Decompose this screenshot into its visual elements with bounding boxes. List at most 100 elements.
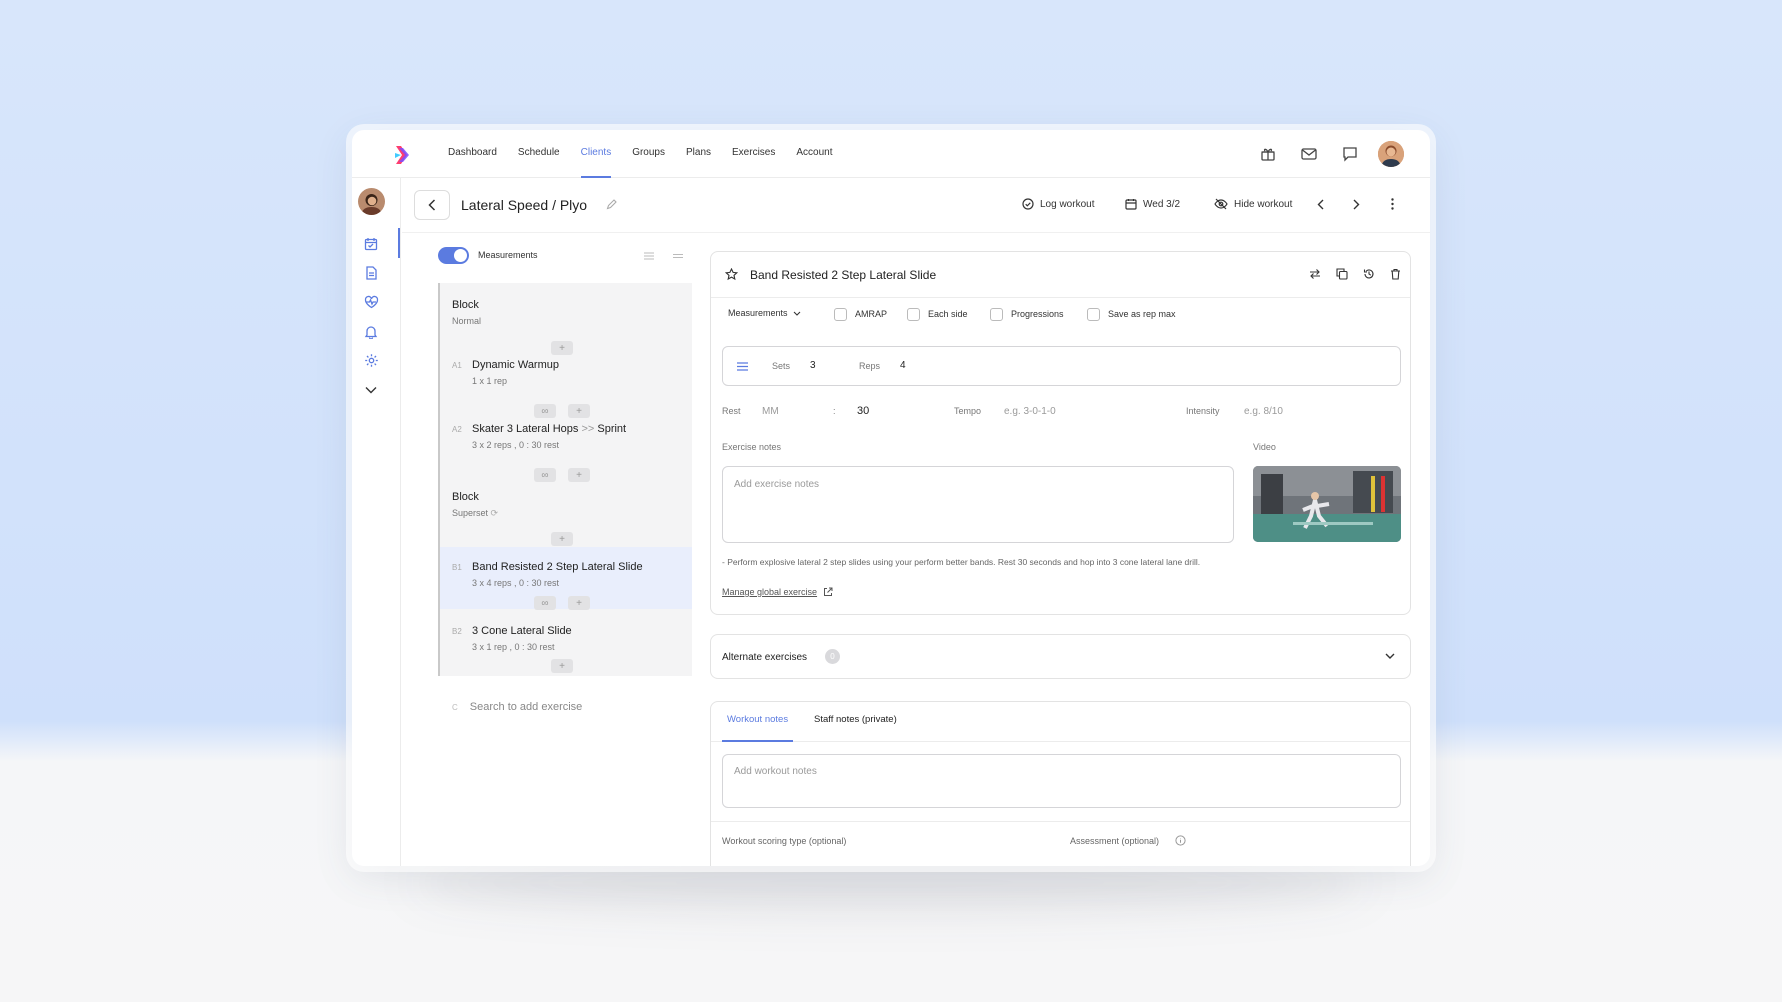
- gear-icon[interactable]: [363, 352, 379, 368]
- nav-exercises[interactable]: Exercises: [732, 130, 775, 178]
- checkbox-label: Each side: [928, 308, 968, 319]
- client-avatar[interactable]: [358, 188, 385, 215]
- workout-date-button[interactable]: Wed 3/2: [1125, 198, 1180, 210]
- workout-notes-input[interactable]: Add workout notes: [722, 754, 1401, 808]
- save-rep-max-checkbox[interactable]: Save as rep max: [1087, 308, 1176, 321]
- add-exercise-search[interactable]: C Search to add exercise: [452, 701, 582, 713]
- page-title: Lateral Speed / Plyo: [461, 197, 588, 213]
- tab-workout-notes[interactable]: Workout notes: [722, 702, 794, 742]
- list-item[interactable]: A2 Skater 3 Lateral Hops >> Sprint 3 x 2…: [440, 421, 692, 469]
- swap-icon[interactable]: [1308, 267, 1322, 281]
- trash-icon[interactable]: [1388, 267, 1402, 281]
- edit-pencil-icon[interactable]: [605, 198, 617, 210]
- log-workout-button[interactable]: Log workout: [1022, 198, 1094, 210]
- chevron-down-icon[interactable]: [1385, 653, 1395, 659]
- top-nav: Dashboard Schedule Clients Groups Plans …: [352, 130, 1430, 178]
- chevron-left-icon: [428, 199, 436, 211]
- prev-workout-button[interactable]: [1313, 197, 1327, 211]
- checkbox-box[interactable]: [907, 308, 920, 321]
- exercise-title-part: Skater 3 Lateral Hops: [472, 423, 579, 435]
- chevron-down-icon: [793, 311, 800, 316]
- checkbox-box[interactable]: [834, 308, 847, 321]
- rest-seconds-input[interactable]: 30: [857, 405, 869, 417]
- nav-groups[interactable]: Groups: [632, 130, 665, 178]
- gift-icon[interactable]: [1259, 145, 1277, 163]
- sets-label: Sets: [772, 361, 791, 371]
- checkbox-box[interactable]: [990, 308, 1003, 321]
- collapse-view-icon[interactable]: [672, 250, 684, 262]
- tempo-input[interactable]: e.g. 3-0-1-0: [1004, 406, 1056, 417]
- measurements-toggle[interactable]: [438, 247, 469, 264]
- exercise-name: Band Resisted 2 Step Lateral Slide: [750, 268, 937, 282]
- exercise-detail-card: Band Resisted 2 Step Lateral Slide Measu…: [710, 251, 1411, 615]
- measurements-toggle-label: Measurements: [478, 250, 538, 260]
- heart-pulse-icon[interactable]: [363, 294, 379, 310]
- nav-clients[interactable]: Clients: [580, 130, 612, 178]
- chat-icon[interactable]: [1341, 145, 1359, 163]
- checkbox-box[interactable]: [1087, 308, 1100, 321]
- back-button[interactable]: [414, 190, 450, 220]
- exercise-title-part: Sprint: [597, 423, 627, 435]
- list-item[interactable]: B2 3 Cone Lateral Slide 3 x 1 rep , 0 : …: [440, 613, 692, 661]
- mail-icon[interactable]: [1300, 145, 1318, 163]
- info-icon[interactable]: [1175, 835, 1186, 846]
- exercise-title: Dynamic Warmup: [472, 359, 559, 371]
- list-view-icon[interactable]: [643, 250, 655, 262]
- link-superset-icon[interactable]: ∞: [534, 596, 556, 610]
- add-exercise-button[interactable]: +: [568, 404, 590, 418]
- exercise-notes-label: Exercise notes: [722, 442, 782, 452]
- each-side-checkbox[interactable]: Each side: [907, 308, 968, 321]
- nav-plans[interactable]: Plans: [686, 130, 711, 178]
- hide-workout-button[interactable]: Hide workout: [1214, 198, 1292, 210]
- exercise-notes-input[interactable]: Add exercise notes: [722, 466, 1234, 543]
- add-exercise-button[interactable]: +: [568, 468, 590, 482]
- chevron-down-icon[interactable]: [363, 382, 379, 398]
- history-icon[interactable]: [1362, 267, 1376, 281]
- exercise-video-thumbnail[interactable]: [1253, 466, 1401, 542]
- block-header[interactable]: Block Normal: [440, 283, 692, 343]
- scoring-type-label: Workout scoring type (optional): [722, 836, 847, 846]
- link-superset-icon[interactable]: ∞: [534, 468, 556, 482]
- alternate-exercises-section[interactable]: Alternate exercises 0: [710, 634, 1411, 679]
- manage-global-exercise-label: Manage global exercise: [722, 587, 818, 597]
- amrap-checkbox[interactable]: AMRAP: [834, 308, 887, 321]
- intensity-input[interactable]: e.g. 8/10: [1244, 406, 1283, 417]
- measurements-dropdown[interactable]: Measurements: [728, 308, 801, 318]
- app-window: Dashboard Schedule Clients Groups Plans …: [352, 130, 1430, 866]
- check-circle-icon: [1022, 198, 1034, 210]
- exercise-index: B2: [452, 627, 462, 636]
- sets-input[interactable]: 3: [810, 360, 816, 371]
- calendar-check-icon[interactable]: [363, 236, 379, 252]
- drag-handle-icon[interactable]: [737, 362, 748, 371]
- add-exercise-button[interactable]: +: [551, 659, 573, 673]
- user-avatar[interactable]: [1378, 141, 1404, 167]
- add-exercise-button[interactable]: +: [568, 596, 590, 610]
- more-options-icon[interactable]: [1385, 197, 1399, 211]
- reps-label: Reps: [859, 361, 881, 371]
- add-exercise-button[interactable]: +: [551, 532, 573, 546]
- add-exercise-button[interactable]: +: [551, 341, 573, 355]
- star-icon[interactable]: [724, 267, 738, 281]
- workout-notes-placeholder: Add workout notes: [734, 766, 817, 777]
- exercise-title: 3 Cone Lateral Slide: [472, 625, 572, 637]
- reps-input[interactable]: 4: [900, 360, 906, 371]
- alternate-exercises-label: Alternate exercises: [722, 652, 808, 663]
- rest-minutes-input[interactable]: MM: [762, 406, 779, 417]
- progressions-checkbox[interactable]: Progressions: [990, 308, 1064, 321]
- tab-staff-notes[interactable]: Staff notes (private): [814, 702, 897, 742]
- manage-global-exercise-link[interactable]: Manage global exercise: [722, 587, 833, 597]
- exercise-index: A1: [452, 361, 462, 370]
- list-item[interactable]: A1 Dynamic Warmup 1 x 1 rep: [440, 357, 692, 405]
- bell-icon[interactable]: [363, 323, 379, 339]
- copy-icon[interactable]: [1335, 267, 1349, 281]
- document-icon[interactable]: [363, 265, 379, 281]
- block-header[interactable]: Block Superset ⟳: [440, 485, 692, 533]
- link-superset-icon[interactable]: ∞: [534, 404, 556, 418]
- list-item-selected[interactable]: B1 Band Resisted 2 Step Lateral Slide 3 …: [440, 547, 692, 609]
- app-logo[interactable]: [390, 144, 412, 166]
- nav-schedule[interactable]: Schedule: [518, 130, 560, 178]
- checkbox-label: Progressions: [1011, 308, 1064, 319]
- nav-dashboard[interactable]: Dashboard: [448, 130, 497, 178]
- nav-account[interactable]: Account: [796, 130, 832, 178]
- next-workout-button[interactable]: [1349, 197, 1363, 211]
